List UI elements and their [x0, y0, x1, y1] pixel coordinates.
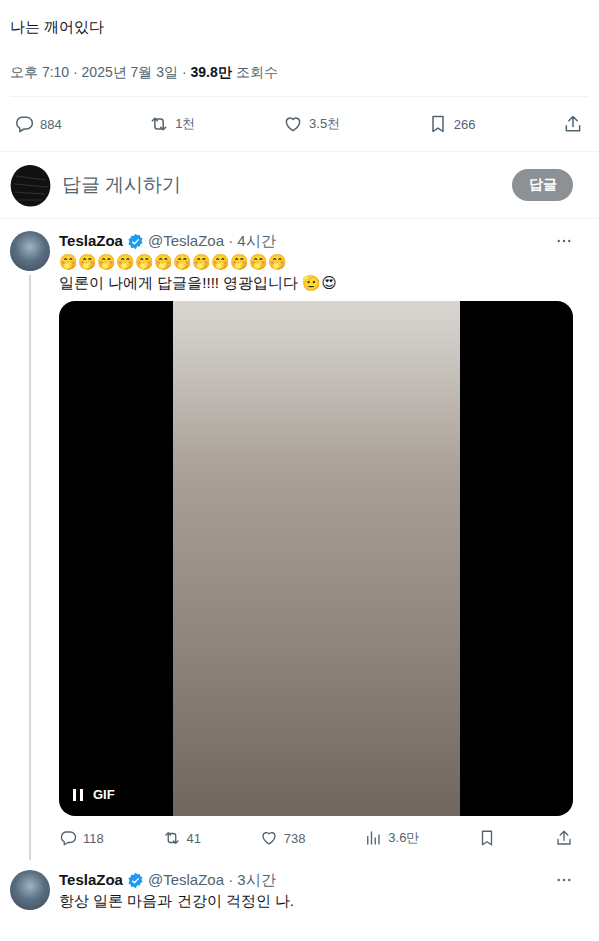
author-handle: @TeslaZoa · 3시간 [148, 870, 276, 890]
author-name[interactable]: TeslaZoa [59, 870, 123, 890]
reply-button[interactable]: 118 [59, 829, 104, 847]
reply-content: TeslaZoa @TeslaZoa · 3시간항상 일론 마음과 건강이 걱정인… [59, 870, 573, 911]
like-button[interactable]: 738 [260, 829, 306, 847]
gif-text: GIF [93, 787, 115, 802]
reply-text: 일론이 나에게 답글을!!!! 영광입니다 🫡😍 [59, 272, 573, 293]
share-icon [563, 114, 583, 134]
views-icon [364, 829, 382, 847]
bookmark-icon [478, 829, 496, 847]
bookmark-button[interactable] [478, 829, 496, 847]
meta-part: 39.8만 [191, 64, 232, 80]
author-name[interactable]: TeslaZoa [59, 231, 123, 251]
avatar-icon [8, 162, 52, 208]
meta-part: 오후 7:10 · 2025년 7월 3일 · [10, 64, 191, 80]
count: 884 [40, 117, 62, 132]
author-handle: @TeslaZoa · 4시간 [148, 231, 276, 251]
count: 266 [454, 117, 476, 132]
retweet-button[interactable]: 41 [163, 829, 201, 847]
retweet-button[interactable]: 1천 [149, 114, 195, 134]
bookmark-button[interactable]: 266 [428, 114, 476, 134]
retweet-icon [163, 829, 181, 847]
count: 738 [284, 831, 306, 846]
reply-content: TeslaZoa @TeslaZoa · 4시간🤭🤭🤭🤭🤭🤭🤭🤭🤭🤭🤭🤭일론이 나… [59, 231, 573, 860]
count: 118 [83, 831, 104, 846]
reply-composer: 답글 [0, 152, 599, 219]
more-icon [555, 232, 573, 250]
bookmark-icon [428, 114, 448, 134]
like-icon [283, 114, 303, 134]
reply-button[interactable]: 884 [14, 114, 62, 134]
count: 1천 [175, 115, 195, 133]
retweet-icon [149, 114, 169, 134]
like-icon [260, 829, 278, 847]
pause-icon [73, 789, 83, 801]
post: 나는 깨어있다오후 7:10 · 2025년 7월 3일 · 39.8만 조회수 [0, 0, 599, 97]
count: 3.5천 [309, 115, 340, 133]
reply: TeslaZoa @TeslaZoa · 4시간🤭🤭🤭🤭🤭🤭🤭🤭🤭🤭🤭🤭일론이 나… [0, 219, 599, 860]
share-button[interactable] [563, 114, 583, 134]
reply-text: 항상 일론 마음과 건강이 걱정인 나. [59, 890, 573, 911]
verified-icon [127, 872, 144, 889]
reply-icon [59, 829, 77, 847]
reply-header: TeslaZoa @TeslaZoa · 3시간 [59, 870, 573, 890]
action-bar: 884 1천 3.5천 266 [0, 97, 599, 152]
reply-text: 🤭🤭🤭🤭🤭🤭🤭🤭🤭🤭🤭🤭 [59, 251, 573, 272]
share-icon [555, 829, 573, 847]
verified-icon [127, 233, 144, 250]
meta-part: 조회수 [232, 64, 278, 80]
count: 41 [187, 831, 201, 846]
like-button[interactable]: 3.5천 [283, 114, 340, 134]
gif-frame [173, 301, 460, 816]
avatar[interactable] [10, 231, 50, 271]
reply-button[interactable]: 답글 [512, 169, 573, 201]
reply-input[interactable] [62, 174, 502, 196]
reply-icon [14, 114, 34, 134]
avatar-column [10, 231, 50, 860]
thread-line [29, 275, 31, 860]
views-button[interactable]: 3.6만 [364, 829, 419, 847]
action-bar: 118 41 738 3.6만 [59, 816, 573, 860]
avatar-column [10, 870, 50, 911]
post-text: 나는 깨어있다 [10, 16, 589, 38]
more-icon [555, 871, 573, 889]
reply-header: TeslaZoa @TeslaZoa · 4시간 [59, 231, 573, 251]
count: 3.6만 [388, 829, 419, 847]
share-button[interactable] [555, 829, 573, 847]
avatar[interactable] [10, 870, 50, 910]
reply: TeslaZoa @TeslaZoa · 3시간항상 일론 마음과 건강이 걱정인… [0, 860, 599, 911]
post-meta: 오후 7:10 · 2025년 7월 3일 · 39.8만 조회수 [10, 62, 589, 97]
gif-label: GIF [73, 787, 115, 802]
gif-media[interactable]: GIF [59, 301, 573, 816]
